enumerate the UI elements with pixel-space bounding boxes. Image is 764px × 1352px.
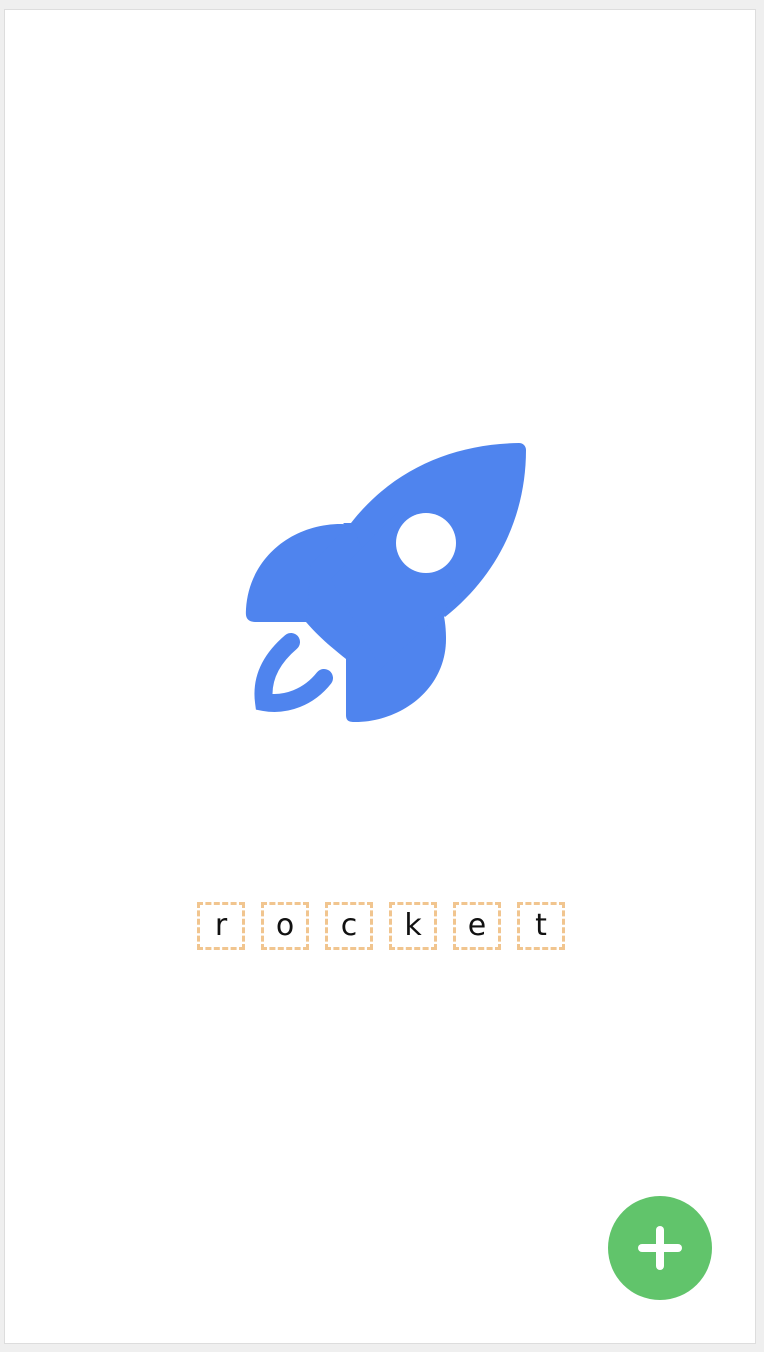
plus-icon	[638, 1226, 682, 1270]
app-screen: r o c k e t	[4, 9, 756, 1344]
letter-box: e	[453, 902, 501, 950]
letter-box: c	[325, 902, 373, 950]
word-letter-boxes: r o c k e t	[197, 902, 565, 950]
rocket-icon	[231, 429, 541, 739]
letter-box: r	[197, 902, 245, 950]
letter-box: o	[261, 902, 309, 950]
add-button[interactable]	[608, 1196, 712, 1300]
letter-box: k	[389, 902, 437, 950]
letter-box: t	[517, 902, 565, 950]
